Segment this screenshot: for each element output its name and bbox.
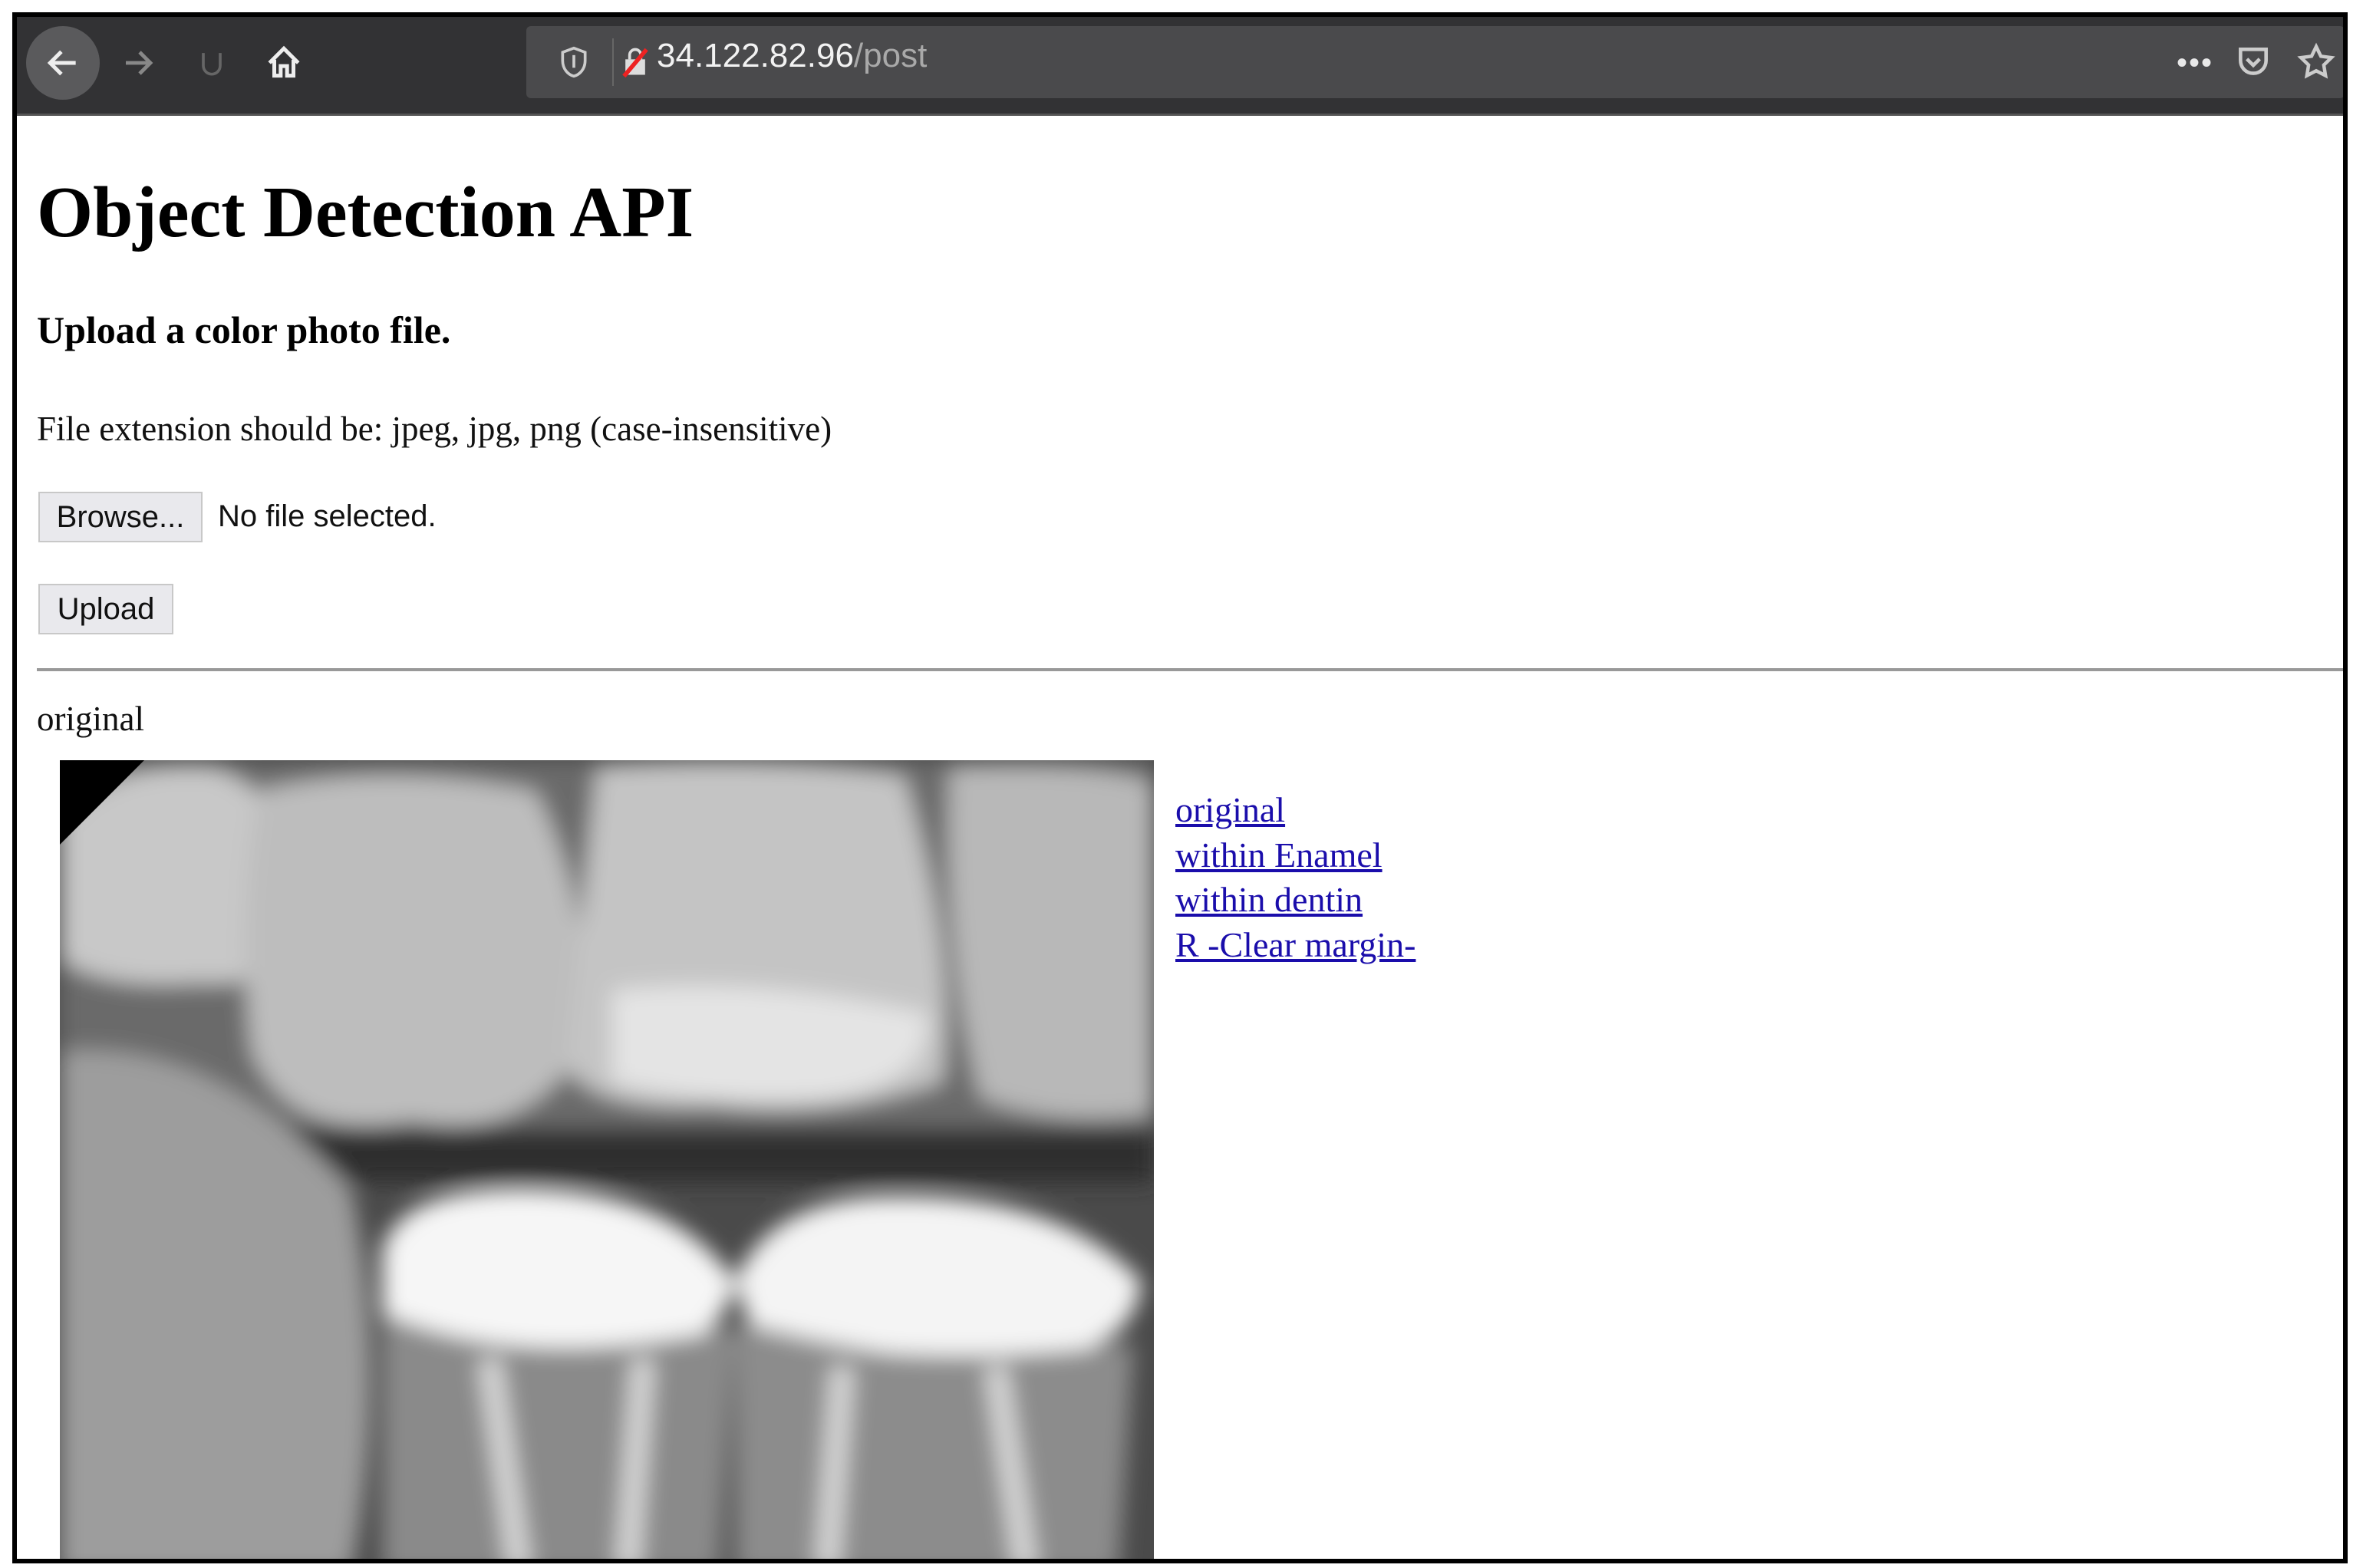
browser-toolbar: 34.122.82.96/post ••• — [17, 17, 2343, 116]
dental-xray-picture — [60, 760, 1154, 1559]
file-status: No file selected. — [218, 499, 437, 533]
link-within-dentin[interactable]: within dentin — [1175, 878, 1415, 923]
page-subtitle: Upload a color photo file. — [37, 308, 451, 351]
url-path: /post — [853, 37, 928, 74]
url-text[interactable]: 34.122.82.96/post — [657, 37, 927, 75]
page-content: Object Detection API Upload a color phot… — [17, 116, 2343, 1559]
back-arrow-icon — [47, 50, 76, 76]
pocket-icon[interactable] — [2234, 43, 2272, 81]
section-label: original — [37, 700, 144, 738]
back-button[interactable] — [26, 26, 100, 100]
address-bar[interactable]: 34.122.82.96/post ••• — [526, 26, 2343, 98]
more-icon[interactable]: ••• — [2168, 37, 2222, 87]
link-clear-margin[interactable]: R -Clear margin- — [1175, 923, 1415, 968]
divider — [612, 38, 614, 86]
result-links: original within Enamel within dentin R -… — [1175, 788, 1415, 967]
divider — [37, 668, 2343, 671]
home-button[interactable] — [255, 34, 313, 92]
reload-icon — [202, 53, 222, 76]
forward-arrow-icon — [126, 51, 153, 75]
shield-icon[interactable] — [557, 44, 591, 80]
home-icon — [268, 45, 300, 78]
forward-button[interactable] — [109, 34, 167, 92]
page-title: Object Detection API — [37, 173, 694, 252]
xray-image — [60, 760, 1154, 1559]
extension-note: File extension should be: jpeg, jpg, png… — [37, 410, 832, 448]
link-within-enamel[interactable]: within Enamel — [1175, 833, 1415, 878]
url-host: 34.122.82.96 — [657, 37, 854, 74]
browse-button[interactable]: Browse... — [38, 492, 203, 542]
upload-button[interactable]: Upload — [38, 584, 173, 634]
link-original[interactable]: original — [1175, 788, 1415, 833]
insecure-lock-icon[interactable] — [618, 43, 652, 81]
browser-window: 34.122.82.96/post ••• Object Detection A… — [12, 12, 2348, 1563]
reload-button[interactable] — [183, 34, 241, 92]
star-icon[interactable] — [2295, 41, 2337, 83]
